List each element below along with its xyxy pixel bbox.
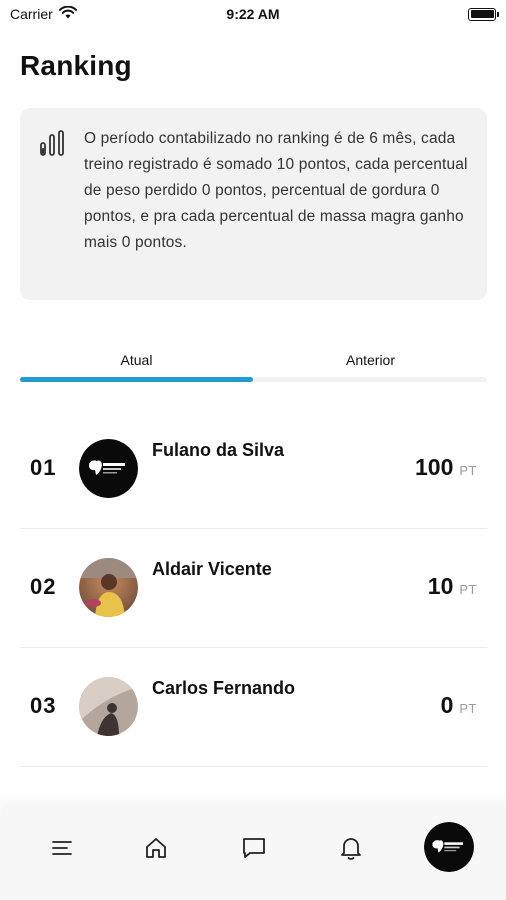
score: 0 PT bbox=[441, 692, 477, 719]
athlete-name: Carlos Fernando bbox=[152, 678, 296, 698]
score-unit: PT bbox=[459, 701, 477, 716]
score-unit: PT bbox=[459, 582, 477, 597]
photo-avatar bbox=[79, 558, 138, 617]
carrier-label: Carrier bbox=[10, 6, 53, 22]
status-left: Carrier bbox=[10, 5, 77, 22]
ranking-rules-text: O período contabilizado no ranking é de … bbox=[84, 130, 468, 251]
ranking-row[interactable]: 01 Fulano da Silva 100 PT bbox=[20, 410, 487, 529]
battery-icon bbox=[468, 7, 499, 21]
ranking-list: 01 Fulano da Silva 100 PT 02 Aldair Vice… bbox=[20, 410, 487, 767]
home-icon[interactable] bbox=[136, 832, 176, 864]
active-tab-indicator bbox=[20, 377, 253, 382]
rank-position: 02 bbox=[30, 574, 57, 599]
tab-atual[interactable]: Atual bbox=[20, 340, 253, 380]
ranking-row[interactable]: 03 Carlos Fernando 0 PT bbox=[20, 648, 487, 767]
battery-level bbox=[470, 10, 494, 18]
score-unit: PT bbox=[459, 463, 477, 478]
score: 10 PT bbox=[428, 573, 477, 600]
bar-chart-icon bbox=[38, 128, 68, 158]
rank-position: 01 bbox=[30, 455, 57, 480]
tab-anterior[interactable]: Anterior bbox=[254, 340, 487, 380]
chat-icon[interactable] bbox=[234, 832, 274, 864]
profile-avatar[interactable] bbox=[424, 822, 474, 872]
page-title: Ranking bbox=[20, 50, 132, 81]
rank-position: 03 bbox=[30, 693, 57, 718]
ranking-tabs: Atual Anterior bbox=[20, 340, 487, 384]
ranking-row[interactable]: 02 Aldair Vicente 10 PT bbox=[20, 529, 487, 648]
wifi-icon bbox=[58, 5, 77, 22]
score-value: 100 bbox=[415, 454, 454, 480]
score-value: 10 bbox=[427, 573, 454, 599]
score: 100 PT bbox=[415, 454, 477, 481]
score-value: 0 bbox=[440, 692, 454, 718]
athlete-name: Fulano da Silva bbox=[152, 440, 285, 460]
photo-avatar bbox=[79, 677, 138, 736]
ranking-info-card: O período contabilizado no ranking é de … bbox=[20, 108, 487, 300]
bell-icon[interactable] bbox=[331, 832, 371, 864]
status-bar: Carrier 9:22 AM bbox=[0, 0, 506, 28]
menu-icon[interactable] bbox=[42, 832, 82, 864]
logo-avatar bbox=[79, 439, 138, 498]
athlete-name: Aldair Vicente bbox=[152, 559, 272, 579]
bottom-nav bbox=[0, 804, 506, 900]
